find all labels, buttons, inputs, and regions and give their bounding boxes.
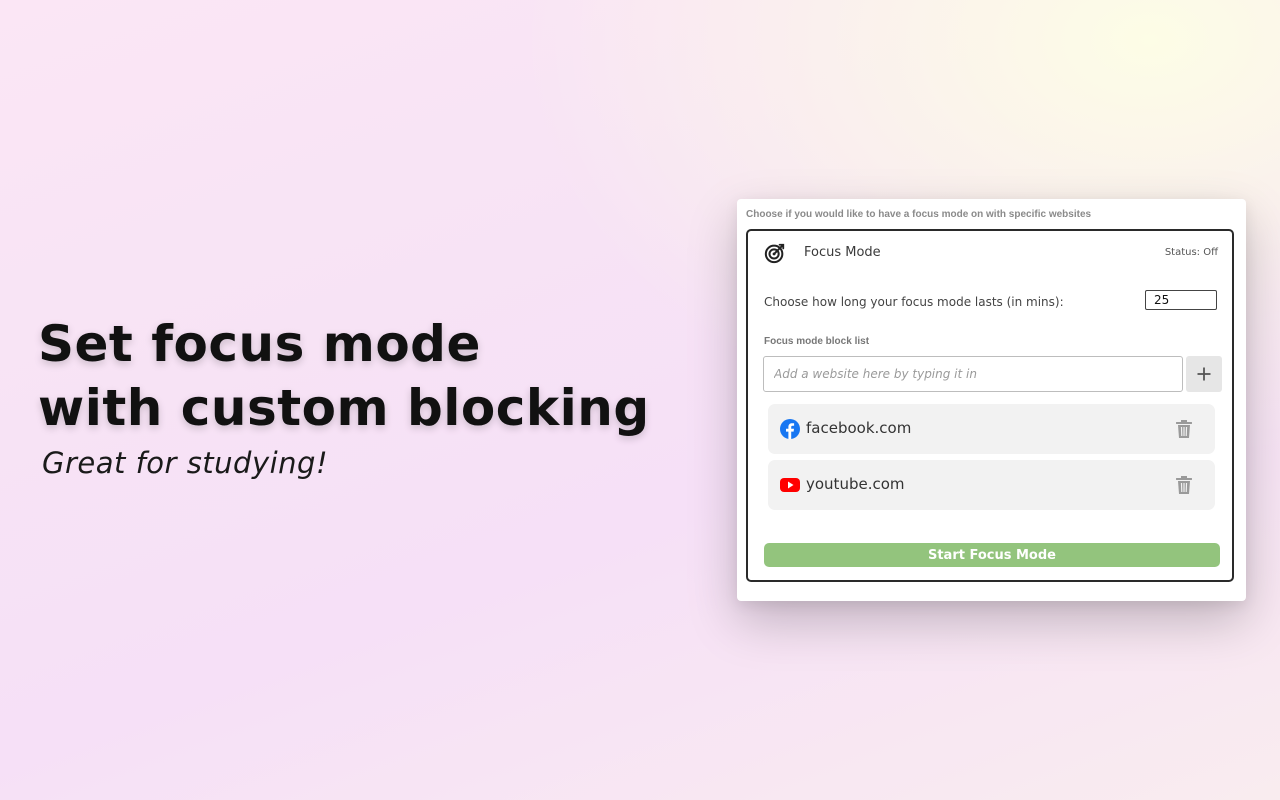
site-name: facebook.com [806, 419, 912, 437]
hero-section: Set focus mode with custom blocking Grea… [38, 312, 650, 480]
youtube-icon [780, 478, 800, 492]
block-list-item: youtube.com [768, 460, 1215, 510]
block-list-item: facebook.com [768, 404, 1215, 454]
site-name: youtube.com [806, 475, 905, 493]
trash-icon [1176, 476, 1192, 494]
duration-label: Choose how long your focus mode lasts (i… [764, 295, 1064, 309]
hero-title-line-1: Set focus mode [38, 315, 481, 373]
website-input[interactable] [763, 356, 1183, 392]
target-icon [764, 243, 785, 264]
start-focus-mode-button[interactable]: Start Focus Mode [764, 543, 1220, 567]
focus-mode-card: Focus Mode Status: Off Choose how long y… [746, 229, 1234, 582]
hero-title-line-2: with custom blocking [38, 379, 650, 437]
plus-icon [1197, 367, 1211, 381]
delete-site-button[interactable] [1173, 418, 1195, 440]
panel-caption: Choose if you would like to have a focus… [746, 209, 1092, 220]
extension-panel: Choose if you would like to have a focus… [737, 199, 1246, 601]
add-website-button[interactable] [1186, 356, 1222, 392]
block-list-label: Focus mode block list [764, 336, 870, 347]
duration-input[interactable] [1145, 290, 1217, 310]
hero-subtitle: Great for studying! [42, 446, 329, 480]
facebook-icon [780, 419, 800, 439]
focus-mode-status: Status: Off [1164, 247, 1218, 258]
hero-title: Set focus mode with custom blocking [38, 312, 650, 440]
delete-site-button[interactable] [1173, 474, 1195, 496]
focus-mode-title: Focus Mode [804, 245, 881, 260]
trash-icon [1176, 420, 1192, 438]
